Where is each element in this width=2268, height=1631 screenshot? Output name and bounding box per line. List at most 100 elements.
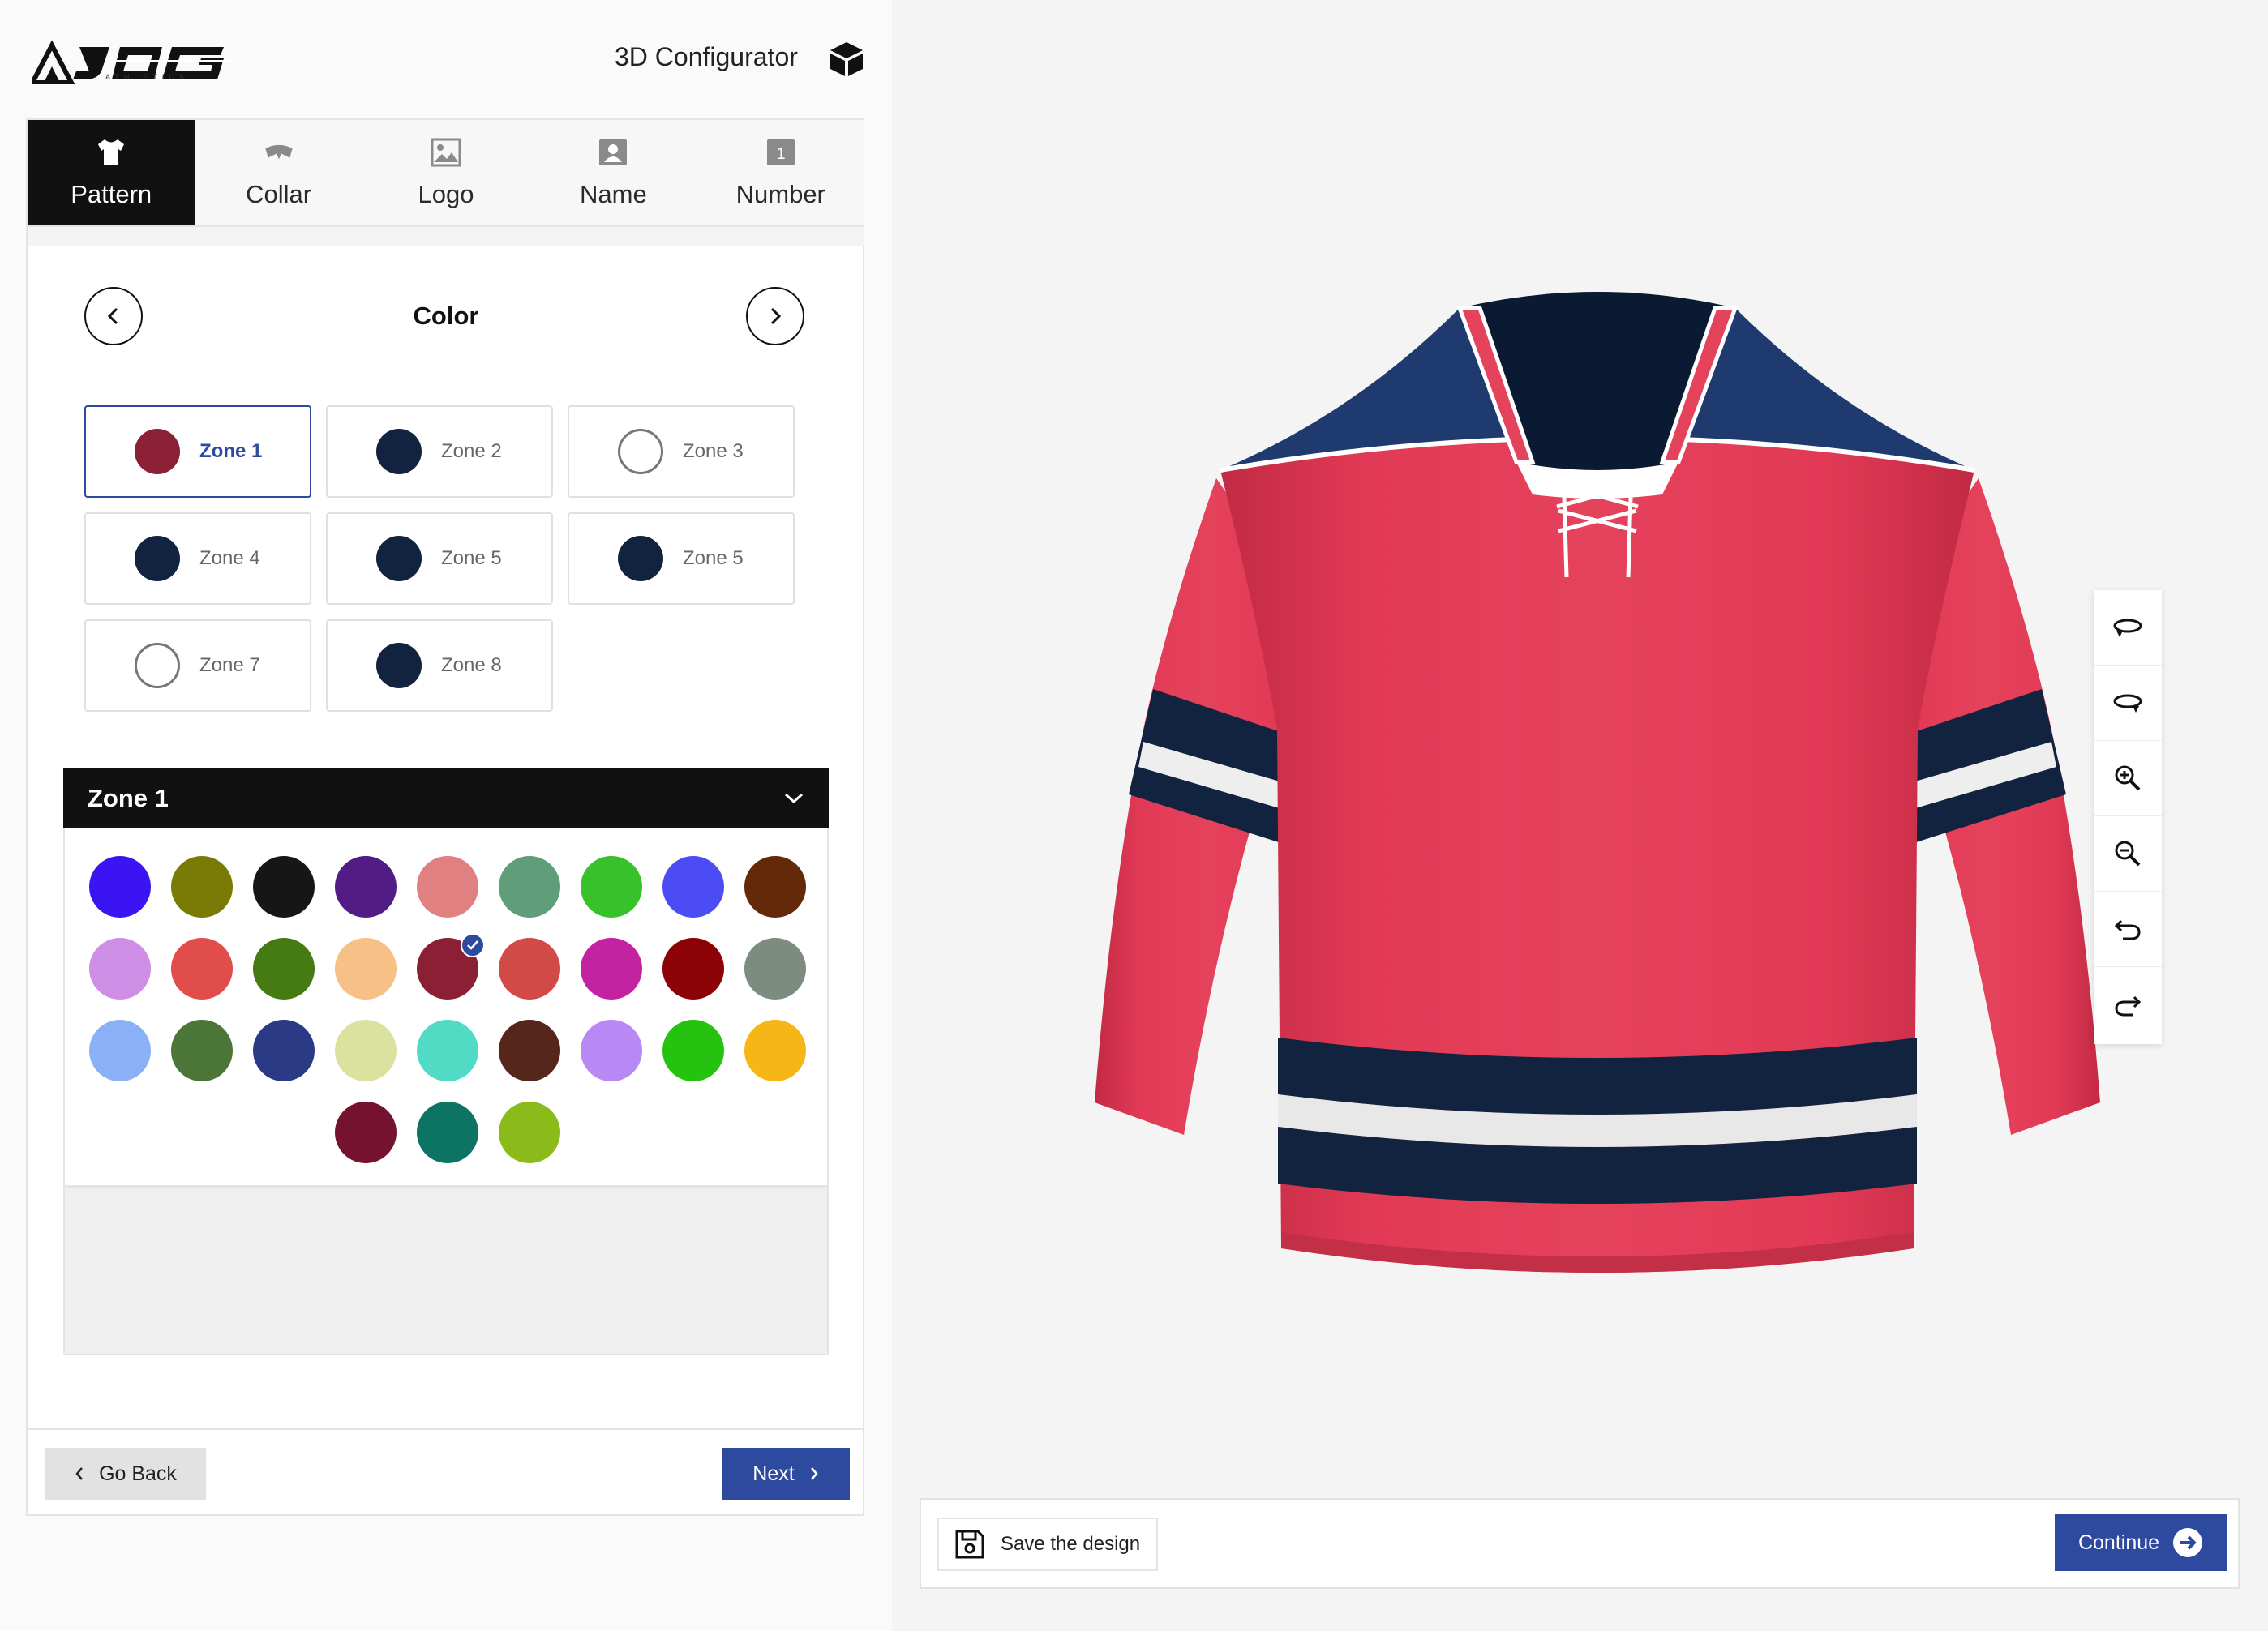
zoom-in-button[interactable] <box>2094 741 2162 816</box>
zone-label: Zone 7 <box>199 654 260 676</box>
zone-card-1[interactable]: Zone 1 <box>84 405 311 498</box>
panel-empty-area <box>63 1187 829 1355</box>
color-swatch[interactable] <box>499 856 560 918</box>
redo-icon <box>2115 995 2142 1016</box>
color-swatch[interactable] <box>744 856 806 918</box>
go-back-label: Go Back <box>99 1462 177 1485</box>
zone-label: Zone 4 <box>199 547 260 569</box>
zone-color-swatch <box>618 429 663 474</box>
color-swatch[interactable] <box>744 938 806 1000</box>
color-swatch[interactable] <box>89 1020 151 1081</box>
zone-card-5[interactable]: Zone 5 <box>326 512 553 605</box>
collar-icon <box>263 136 295 169</box>
color-swatch[interactable] <box>499 1020 560 1081</box>
save-icon <box>955 1530 984 1559</box>
color-swatch[interactable] <box>171 1020 233 1081</box>
left-panel: ATHLETICS 3D Configurator Pattern Collar <box>0 0 892 1631</box>
next-button[interactable]: Next <box>722 1448 850 1500</box>
redo-button[interactable] <box>2094 967 2162 1042</box>
brand-subtitle: ATHLETICS <box>105 73 189 81</box>
color-swatch[interactable] <box>335 1020 397 1081</box>
undo-button[interactable] <box>2094 892 2162 967</box>
color-swatch[interactable] <box>581 856 642 918</box>
zone-label: Zone 1 <box>199 440 263 462</box>
color-swatch[interactable] <box>662 938 724 1000</box>
zone-label: Zone 2 <box>441 440 502 462</box>
save-design-button[interactable]: Save the design <box>937 1518 1158 1571</box>
chevron-down-icon <box>784 793 804 804</box>
color-swatch[interactable] <box>253 1020 315 1081</box>
bottom-action-bar: Save the design Continue <box>920 1498 2240 1589</box>
color-swatch[interactable] <box>744 1020 806 1081</box>
continue-button[interactable]: Continue <box>2055 1514 2227 1571</box>
color-swatch[interactable] <box>581 938 642 1000</box>
viewer-toolbar <box>2094 590 2162 1044</box>
color-palette <box>63 828 829 1187</box>
chevron-right-icon <box>810 1467 818 1480</box>
zone-color-panel-header[interactable]: Zone 1 <box>63 768 829 828</box>
zone-card-2[interactable]: Zone 2 <box>326 405 553 498</box>
zone-color-swatch <box>135 536 180 581</box>
color-swatch[interactable] <box>499 1102 560 1163</box>
color-swatch[interactable] <box>499 938 560 1000</box>
color-swatch[interactable] <box>417 1102 478 1163</box>
color-swatch[interactable] <box>335 856 397 918</box>
tab-label: Name <box>580 180 647 208</box>
zone-color-swatch <box>135 643 180 688</box>
zone-color-swatch <box>376 536 422 581</box>
color-swatch[interactable] <box>171 938 233 1000</box>
color-swatch[interactable] <box>662 856 724 918</box>
shirt-icon <box>95 136 127 169</box>
page-title: 3D Configurator <box>615 42 798 71</box>
tab-name[interactable]: Name <box>529 120 697 225</box>
number-icon: 1 <box>765 136 797 169</box>
rotate-left-button[interactable] <box>2094 590 2162 666</box>
zone-card-3[interactable]: Zone 3 <box>568 405 795 498</box>
divider <box>28 227 864 246</box>
zoom-in-icon <box>2115 765 2141 791</box>
zone-card-7[interactable]: Zone 7 <box>84 619 311 712</box>
color-swatch[interactable] <box>171 856 233 918</box>
tab-collar[interactable]: Collar <box>195 120 362 225</box>
zone-color-swatch <box>376 643 422 688</box>
continue-label: Continue <box>2077 1530 2160 1554</box>
color-swatch[interactable] <box>253 856 315 918</box>
zone-card-6[interactable]: Zone 5 <box>568 512 795 605</box>
rotate-right-icon <box>2113 694 2142 713</box>
next-arrow-button[interactable] <box>746 287 804 345</box>
zone-color-swatch <box>135 429 180 474</box>
person-icon <box>597 136 629 169</box>
zone-label: Zone 5 <box>441 547 502 569</box>
selected-check-icon <box>461 933 485 957</box>
zone-card-4[interactable]: Zone 4 <box>84 512 311 605</box>
undo-icon <box>2114 919 2141 940</box>
zoom-out-icon <box>2115 841 2141 867</box>
tab-logo[interactable]: Logo <box>362 120 530 225</box>
color-swatch[interactable] <box>417 856 478 918</box>
zone-color-swatch <box>376 429 422 474</box>
save-label: Save the design <box>1001 1533 1141 1555</box>
tab-bar: Pattern Collar Logo Name 1 Number <box>28 120 864 227</box>
tab-label: Pattern <box>71 180 152 208</box>
color-swatch[interactable] <box>662 1020 724 1081</box>
color-swatch[interactable] <box>89 938 151 1000</box>
color-swatch[interactable] <box>253 938 315 1000</box>
rotate-left-icon <box>2113 619 2142 637</box>
color-swatch[interactable] <box>581 1020 642 1081</box>
color-swatch[interactable] <box>89 856 151 918</box>
divider <box>28 1428 863 1430</box>
zoom-out-button[interactable] <box>2094 816 2162 892</box>
zone-label: Zone 3 <box>683 440 744 462</box>
zone-card-8[interactable]: Zone 8 <box>326 619 553 712</box>
next-label: Next <box>752 1462 795 1485</box>
tab-number[interactable]: 1 Number <box>697 120 864 225</box>
go-back-button[interactable]: Go Back <box>45 1448 206 1500</box>
tab-pattern[interactable]: Pattern <box>28 120 195 225</box>
chevron-right-icon <box>770 307 782 325</box>
color-swatch[interactable] <box>335 1102 397 1163</box>
rotate-right-button[interactable] <box>2094 666 2162 741</box>
svg-text:1: 1 <box>776 145 785 163</box>
jersey-3d-preview[interactable] <box>1078 276 2116 1329</box>
color-swatch[interactable] <box>417 1020 478 1081</box>
color-swatch[interactable] <box>335 938 397 1000</box>
